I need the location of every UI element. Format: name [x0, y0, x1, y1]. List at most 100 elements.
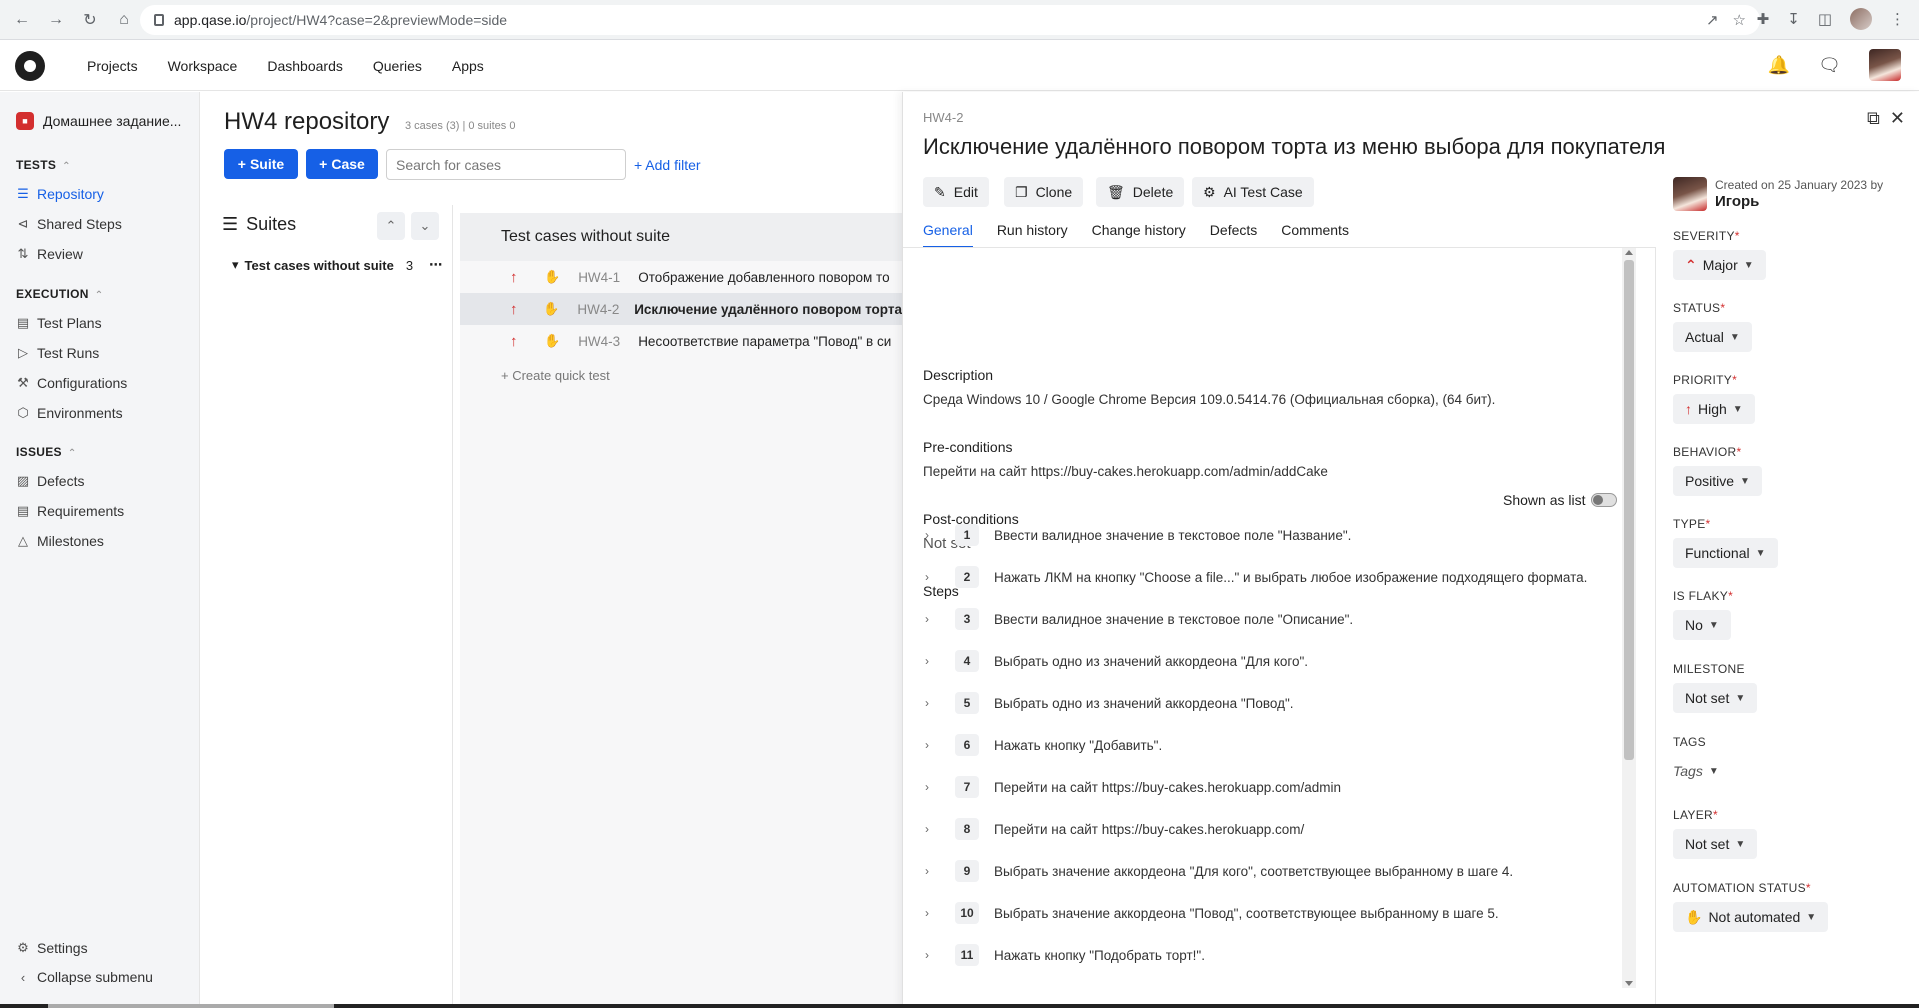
- toggle-switch[interactable]: [1591, 493, 1618, 507]
- chevron-right-icon[interactable]: ›: [925, 864, 935, 878]
- chat-icon[interactable]: 🗨: [1818, 55, 1841, 76]
- sidepanel-icon[interactable]: ◫: [1818, 10, 1832, 28]
- sidebar-item-requirements[interactable]: ▤ Requirements: [16, 503, 124, 519]
- search-input[interactable]: Search for cases: [386, 149, 626, 180]
- tab-run-history[interactable]: Run history: [997, 222, 1068, 248]
- chevron-right-icon[interactable]: ›: [925, 738, 935, 752]
- nav-projects[interactable]: Projects: [72, 58, 153, 74]
- step-row[interactable]: › 4 Выбрать одно из значений аккордеона "Д…: [923, 644, 1639, 678]
- step-row[interactable]: › 11 Нажать кнопку "Подобрать торт!".: [923, 938, 1639, 972]
- list-icon: ☰: [17, 186, 29, 201]
- nav-queries[interactable]: Queries: [358, 58, 437, 74]
- step-row[interactable]: › 7 Перейти на сайт https://buy-cakes.hero…: [923, 770, 1639, 804]
- profile-avatar[interactable]: [1850, 8, 1872, 30]
- status-select[interactable]: Actual ▼: [1673, 322, 1752, 352]
- qase-logo[interactable]: [15, 50, 45, 81]
- milestone-select[interactable]: Not set ▼: [1673, 683, 1758, 713]
- chevron-right-icon[interactable]: ›: [925, 948, 935, 962]
- home-icon[interactable]: ⌂: [112, 8, 136, 32]
- chevron-right-icon[interactable]: ›: [925, 696, 935, 710]
- severity-select[interactable]: ⌃ Major ▼: [1673, 250, 1766, 280]
- section-execution[interactable]: EXECUTION ⌃: [16, 287, 103, 301]
- step-row[interactable]: › 1 Ввести валидное значение в текстовое п…: [923, 518, 1639, 552]
- bell-icon[interactable]: 🔔: [1768, 55, 1790, 76]
- sidebar-item-environments[interactable]: ⬡ Environments: [16, 405, 122, 421]
- bookmark-star-icon[interactable]: ☆: [1733, 11, 1746, 29]
- delete-button[interactable]: 🗑 Delete: [1096, 177, 1185, 207]
- ai-test-case-button[interactable]: ⚙ AI Test Case: [1192, 177, 1314, 207]
- menu-kebab-icon[interactable]: ⋮: [1890, 10, 1905, 28]
- nav-dashboards[interactable]: Dashboards: [252, 58, 358, 74]
- collapse-submenu-button[interactable]: ‹ Collapse submenu: [16, 969, 153, 985]
- sidebar-item-configurations[interactable]: ⚒ Configurations: [16, 375, 127, 391]
- step-row[interactable]: › 8 Перейти на сайт https://buy-cakes.hero…: [923, 812, 1639, 846]
- section-tests[interactable]: TESTS ⌃: [16, 158, 71, 172]
- step-row[interactable]: › 2 Нажать ЛКМ на кнопку "Choose a file...…: [923, 560, 1639, 594]
- behavior-select[interactable]: Positive ▼: [1673, 466, 1762, 496]
- reload-icon[interactable]: ↻: [78, 8, 102, 32]
- collapse-all-icon[interactable]: ⌃: [377, 212, 405, 240]
- sidebar-item-shared-steps[interactable]: ⊲ Shared Steps: [16, 216, 122, 232]
- suite-tree-item[interactable]: ▾ Test cases without suite 3 ⋯: [232, 257, 442, 273]
- sidebar-item-test-runs[interactable]: ▷ Test Runs: [16, 345, 99, 361]
- scroll-thumb[interactable]: [1624, 260, 1634, 760]
- address-bar[interactable]: app.qase.io/project/HW4?case=2&previewMo…: [140, 5, 1760, 35]
- automation-select[interactable]: ✋ Not automated ▼: [1673, 902, 1829, 932]
- case-row[interactable]: ↑ ✋ HW4-2 Исключение удалённого повором …: [460, 293, 902, 325]
- add-case-button[interactable]: + Case: [306, 149, 378, 179]
- create-quick-test-button[interactable]: + Create quick test: [501, 368, 610, 383]
- priority-high-icon: ↑: [510, 300, 518, 318]
- tab-defects[interactable]: Defects: [1210, 222, 1257, 248]
- more-icon[interactable]: ⋯: [429, 257, 442, 273]
- sidebar-item-defects[interactable]: ▨ Defects: [16, 473, 85, 489]
- add-suite-button[interactable]: + Suite: [224, 149, 298, 179]
- flaky-select[interactable]: No ▼: [1673, 610, 1731, 640]
- scroll-down-arrow[interactable]: [1625, 981, 1633, 986]
- scrollbar[interactable]: [1622, 248, 1636, 988]
- project-switcher[interactable]: ■ Домашнее задание...: [16, 112, 181, 130]
- share-icon[interactable]: ↗: [1706, 11, 1719, 29]
- sidebar-item-settings[interactable]: ⚙ Settings: [16, 940, 87, 956]
- extensions-icon[interactable]: ✚: [1757, 10, 1770, 28]
- tab-comments[interactable]: Comments: [1281, 222, 1349, 248]
- nav-apps[interactable]: Apps: [437, 58, 499, 74]
- chevron-right-icon[interactable]: ›: [925, 906, 935, 920]
- chevron-right-icon[interactable]: ›: [925, 570, 935, 584]
- step-row[interactable]: › 3 Ввести валидное значение в текстовое п…: [923, 602, 1639, 636]
- chevron-right-icon[interactable]: ›: [925, 780, 935, 794]
- clone-button[interactable]: ❐ Clone: [1004, 177, 1084, 207]
- step-row[interactable]: › 10 Выбрать значение аккордеона "Повод", …: [923, 896, 1639, 930]
- chevron-right-icon[interactable]: ›: [925, 822, 935, 836]
- priority-select[interactable]: ↑ High ▼: [1673, 394, 1755, 424]
- edit-button[interactable]: ✎ Edit: [923, 177, 989, 207]
- nav-workspace[interactable]: Workspace: [153, 58, 253, 74]
- add-filter-button[interactable]: + Add filter: [634, 157, 701, 173]
- hamburger-icon[interactable]: ☰: [222, 214, 238, 235]
- step-row[interactable]: › 9 Выбрать значение аккордеона "Для кого"…: [923, 854, 1639, 888]
- section-issues[interactable]: ISSUES ⌃: [16, 445, 77, 459]
- tab-general[interactable]: General: [923, 222, 973, 248]
- case-row[interactable]: ↑ ✋ HW4-3 Несоответствие параметра "Пово…: [460, 325, 902, 357]
- tab-change-history[interactable]: Change history: [1092, 222, 1186, 248]
- chevron-right-icon[interactable]: ›: [925, 528, 935, 542]
- chevron-right-icon[interactable]: ›: [925, 654, 935, 668]
- sidebar-item-label: Configurations: [37, 375, 128, 391]
- back-icon[interactable]: ←: [10, 8, 34, 32]
- sidebar-item-review[interactable]: ⇅ Review: [16, 246, 83, 262]
- shown-as-list-toggle[interactable]: Shown as list: [1503, 492, 1618, 508]
- type-select[interactable]: Functional ▼: [1673, 538, 1778, 568]
- chevron-right-icon[interactable]: ›: [925, 612, 935, 626]
- expand-all-icon[interactable]: ⌄: [411, 212, 439, 240]
- download-icon[interactable]: ↧: [1787, 10, 1800, 28]
- forward-icon[interactable]: →: [44, 8, 68, 32]
- sidebar-item-repository[interactable]: ☰ Repository: [16, 186, 104, 202]
- layer-select[interactable]: Not set ▼: [1673, 829, 1758, 859]
- step-row[interactable]: › 6 Нажать кнопку "Добавить".: [923, 728, 1639, 762]
- case-row[interactable]: ↑ ✋ HW4-1 Отображение добавленного повор…: [460, 261, 902, 293]
- tags-select[interactable]: Tags ▼: [1673, 756, 1731, 786]
- scroll-up-arrow[interactable]: [1625, 250, 1633, 255]
- user-avatar[interactable]: [1869, 49, 1901, 81]
- sidebar-item-test-plans[interactable]: ▤ Test Plans: [16, 315, 102, 331]
- step-row[interactable]: › 5 Выбрать одно из значений аккордеона "П…: [923, 686, 1639, 720]
- sidebar-item-milestones[interactable]: △ Milestones: [16, 533, 104, 549]
